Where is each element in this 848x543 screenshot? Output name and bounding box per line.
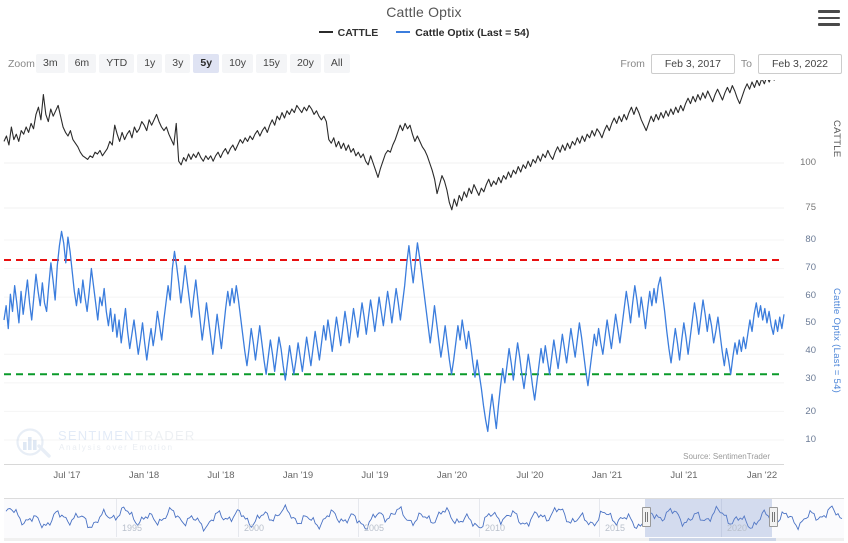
- x-axis-tick: Jul '20: [516, 470, 544, 481]
- from-date-input[interactable]: Feb 3, 2017: [650, 54, 735, 74]
- navigator-tick: 2005: [364, 523, 385, 533]
- cattle-y-tick: 100: [800, 157, 816, 168]
- x-axis-tick: Jul '17: [53, 470, 81, 481]
- x-axis-tick: Jul '21: [670, 470, 698, 481]
- navigator-tick: 2010: [485, 523, 506, 533]
- x-axis-tick: Jan '19: [282, 470, 314, 481]
- zoom-button-5y[interactable]: 5y: [193, 54, 220, 73]
- optix-y-tick: 50: [805, 317, 816, 328]
- hamburger-bar: [818, 23, 840, 26]
- optix-y-tick: 80: [805, 234, 816, 245]
- zoom-button-all[interactable]: All: [323, 54, 350, 73]
- from-label: From: [620, 58, 645, 70]
- optix-y-tick: 20: [805, 406, 816, 417]
- x-axis-tick: Jan '22: [746, 470, 778, 481]
- date-range-group: From Feb 3, 2017 To Feb 3, 2022: [614, 54, 842, 74]
- legend-swatch-optix: [396, 31, 411, 34]
- hamburger-bar: [818, 10, 840, 13]
- navigator-selection-mask[interactable]: [645, 499, 772, 537]
- x-axis-tick: Jul '19: [361, 470, 389, 481]
- chart-canvas: [3, 80, 785, 441]
- zoom-button-10y[interactable]: 10y: [222, 54, 253, 73]
- legend-label-optix: Cattle Optix (Last = 54): [415, 27, 530, 39]
- navigator-scrollbar[interactable]: [4, 538, 844, 541]
- cattle-axis-title: CATTLE: [831, 120, 842, 158]
- navigator-tick: 1995: [122, 523, 143, 533]
- to-label: To: [740, 58, 752, 70]
- navigator-handle-left[interactable]: [642, 507, 651, 527]
- x-axis-tick: Jan '18: [128, 470, 160, 481]
- x-axis-tick: Jan '20: [436, 470, 468, 481]
- navigator-tick: 2020: [727, 523, 748, 533]
- chart-legend: CATTLE Cattle Optix (Last = 54): [0, 27, 848, 39]
- x-axis-line: [4, 464, 784, 465]
- optix-y-tick: 40: [805, 345, 816, 356]
- optix-series-line: [3, 230, 785, 433]
- optix-y-tick: 70: [805, 262, 816, 273]
- chart-plot-area[interactable]: [0, 80, 848, 480]
- optix-y-tick: 60: [805, 290, 816, 301]
- legend-item-cattle[interactable]: CATTLE: [318, 27, 379, 39]
- cattle-series-line: [3, 80, 775, 211]
- source-note: Source: SentimenTrader: [683, 452, 770, 461]
- zoom-button-15y[interactable]: 15y: [256, 54, 287, 73]
- optix-y-tick: 30: [805, 373, 816, 384]
- zoom-button-1y[interactable]: 1y: [137, 54, 163, 73]
- to-date-input[interactable]: Feb 3, 2022: [758, 54, 842, 74]
- hamburger-bar: [818, 16, 840, 19]
- zoom-button-3y[interactable]: 3y: [165, 54, 191, 73]
- cattle-y-tick: 75: [805, 202, 816, 213]
- legend-item-optix[interactable]: Cattle Optix (Last = 54): [396, 27, 529, 39]
- chart-page: Cattle Optix CATTLE Cattle Optix (Last = …: [0, 0, 848, 543]
- zoom-button-3m[interactable]: 3m: [36, 54, 65, 73]
- chart-navigator[interactable]: 1995 2000 2005 2010 2015 2020: [4, 498, 844, 541]
- zoom-button-group: 3m 6m YTD 1y 3y 5y 10y 15y 20y All: [36, 54, 353, 73]
- zoom-label: Zoom: [8, 58, 35, 70]
- x-axis-tick: Jul '18: [207, 470, 235, 481]
- navigator-handle-right[interactable]: [769, 507, 778, 527]
- zoom-button-ytd[interactable]: YTD: [99, 54, 135, 73]
- zoom-button-6m[interactable]: 6m: [67, 54, 97, 73]
- optix-y-tick: 10: [805, 434, 816, 445]
- page-title: Cattle Optix: [386, 4, 462, 20]
- hamburger-icon[interactable]: [818, 10, 840, 28]
- optix-axis-title: Cattle Optix (Last = 54): [831, 288, 842, 394]
- x-axis-tick: Jan '21: [591, 470, 623, 481]
- zoom-button-20y[interactable]: 20y: [289, 54, 321, 73]
- legend-swatch-cattle: [318, 31, 333, 34]
- navigator-tick: 2015: [605, 523, 626, 533]
- range-selector: Zoom 3m 6m YTD 1y 3y 5y 10y 15y 20y All From Feb …: [0, 54, 848, 76]
- navigator-tick: 2000: [244, 523, 265, 533]
- legend-label-cattle: CATTLE: [337, 27, 379, 39]
